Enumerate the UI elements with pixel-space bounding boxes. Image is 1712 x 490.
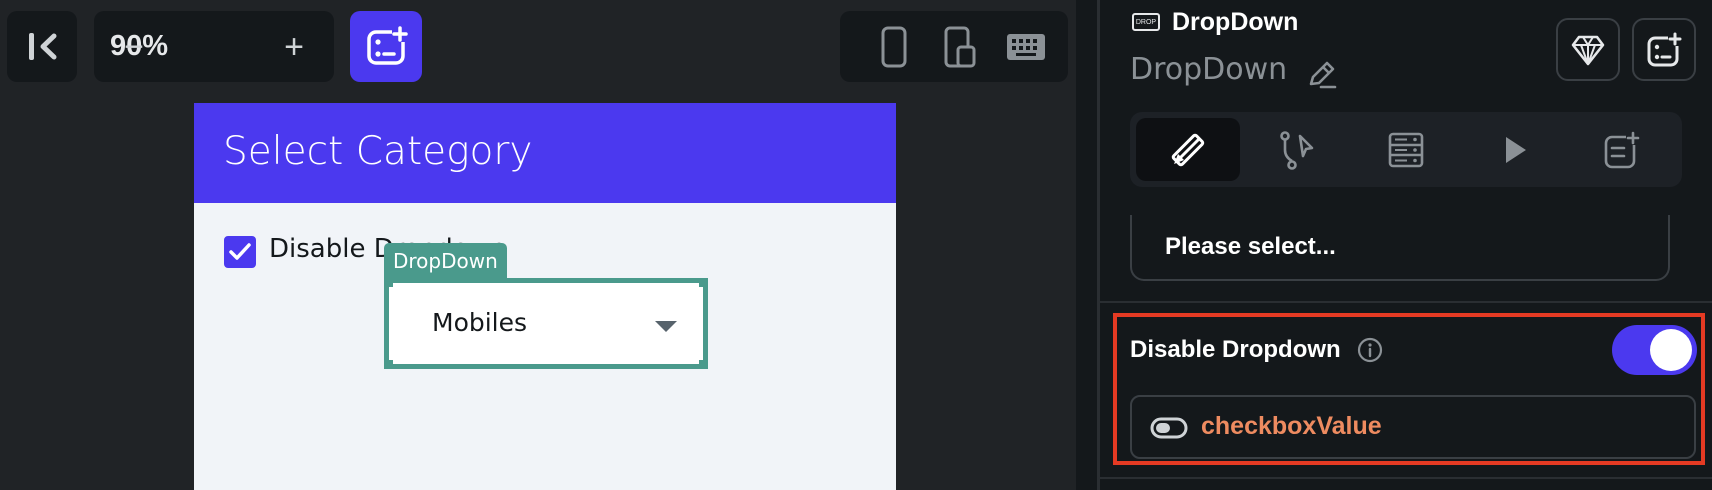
design-tools-icon bbox=[1171, 133, 1205, 166]
tab-properties[interactable] bbox=[1136, 118, 1240, 181]
zoom-control: − 90% + bbox=[94, 11, 334, 82]
add-state-icon bbox=[1604, 130, 1640, 168]
resize-handle[interactable] bbox=[384, 360, 393, 369]
dropdown-value: Mobiles bbox=[432, 308, 528, 337]
section-divider bbox=[1100, 477, 1712, 479]
resize-handle[interactable] bbox=[699, 278, 708, 287]
tab-backend-query[interactable] bbox=[1354, 118, 1458, 181]
selected-widget-tag: DropDown bbox=[384, 243, 507, 278]
add-widget-button[interactable] bbox=[350, 11, 422, 82]
hint-text-value: Please select... bbox=[1165, 233, 1336, 260]
section-divider bbox=[1100, 301, 1712, 303]
tab-animations[interactable] bbox=[1462, 118, 1566, 181]
add-widget-button[interactable] bbox=[1632, 18, 1696, 81]
toggle-knob bbox=[1650, 329, 1692, 371]
bound-variable-field[interactable]: checkboxValue bbox=[1130, 395, 1696, 459]
tablet-icon[interactable] bbox=[938, 25, 982, 69]
tab-add-widget-state[interactable] bbox=[1570, 118, 1674, 181]
resize-handle[interactable] bbox=[384, 278, 393, 287]
info-icon[interactable] bbox=[1356, 336, 1384, 364]
toggle-variable-icon bbox=[1150, 417, 1188, 439]
widget-name[interactable]: DropDown bbox=[1130, 52, 1287, 87]
dropdown-arrow-icon bbox=[655, 321, 677, 332]
page-title: Select Category bbox=[223, 129, 533, 174]
device-toolbar bbox=[840, 11, 1068, 82]
hint-text-field[interactable]: Please select... bbox=[1130, 215, 1670, 281]
add-widget-icon bbox=[367, 26, 408, 65]
tab-actions[interactable] bbox=[1246, 118, 1350, 181]
edit-pencil-icon[interactable] bbox=[1305, 57, 1339, 91]
add-widget-icon bbox=[1647, 31, 1682, 66]
play-icon bbox=[1506, 136, 1526, 163]
checkmark-icon bbox=[229, 243, 251, 260]
premium-button[interactable] bbox=[1556, 18, 1620, 81]
dropdown-widget[interactable]: Mobiles bbox=[384, 278, 708, 369]
canvas-area: − 90% + Select Category Disable DropDown… bbox=[0, 0, 1076, 490]
disable-dropdown-toggle[interactable] bbox=[1612, 325, 1697, 375]
database-server-icon bbox=[1388, 132, 1424, 167]
resize-handle[interactable] bbox=[699, 360, 708, 369]
actions-flow-icon bbox=[1280, 130, 1314, 170]
panel-tabs bbox=[1130, 112, 1682, 187]
dropdown-type-icon: DROP bbox=[1132, 13, 1160, 31]
keyboard-icon[interactable] bbox=[1004, 31, 1048, 63]
phone-icon[interactable] bbox=[874, 25, 914, 69]
collapse-left-icon bbox=[29, 33, 57, 60]
diamond-icon bbox=[1571, 35, 1605, 65]
disable-dropdown-label: Disable Dropdown bbox=[1130, 336, 1341, 363]
widget-type-label: DropDown bbox=[1172, 8, 1299, 36]
bound-variable-name: checkboxValue bbox=[1201, 412, 1382, 440]
app-bar: Select Category bbox=[194, 103, 896, 203]
properties-panel: DROP DropDown DropDown Please select... … bbox=[1100, 0, 1712, 490]
disable-dropdown-checkbox[interactable] bbox=[224, 236, 256, 268]
zoom-in-button[interactable]: + bbox=[274, 25, 314, 69]
collapse-panel-button[interactable] bbox=[7, 11, 77, 82]
zoom-out-button[interactable]: − bbox=[114, 25, 154, 69]
device-preview: Select Category Disable Dropdown DropDow… bbox=[194, 103, 896, 490]
